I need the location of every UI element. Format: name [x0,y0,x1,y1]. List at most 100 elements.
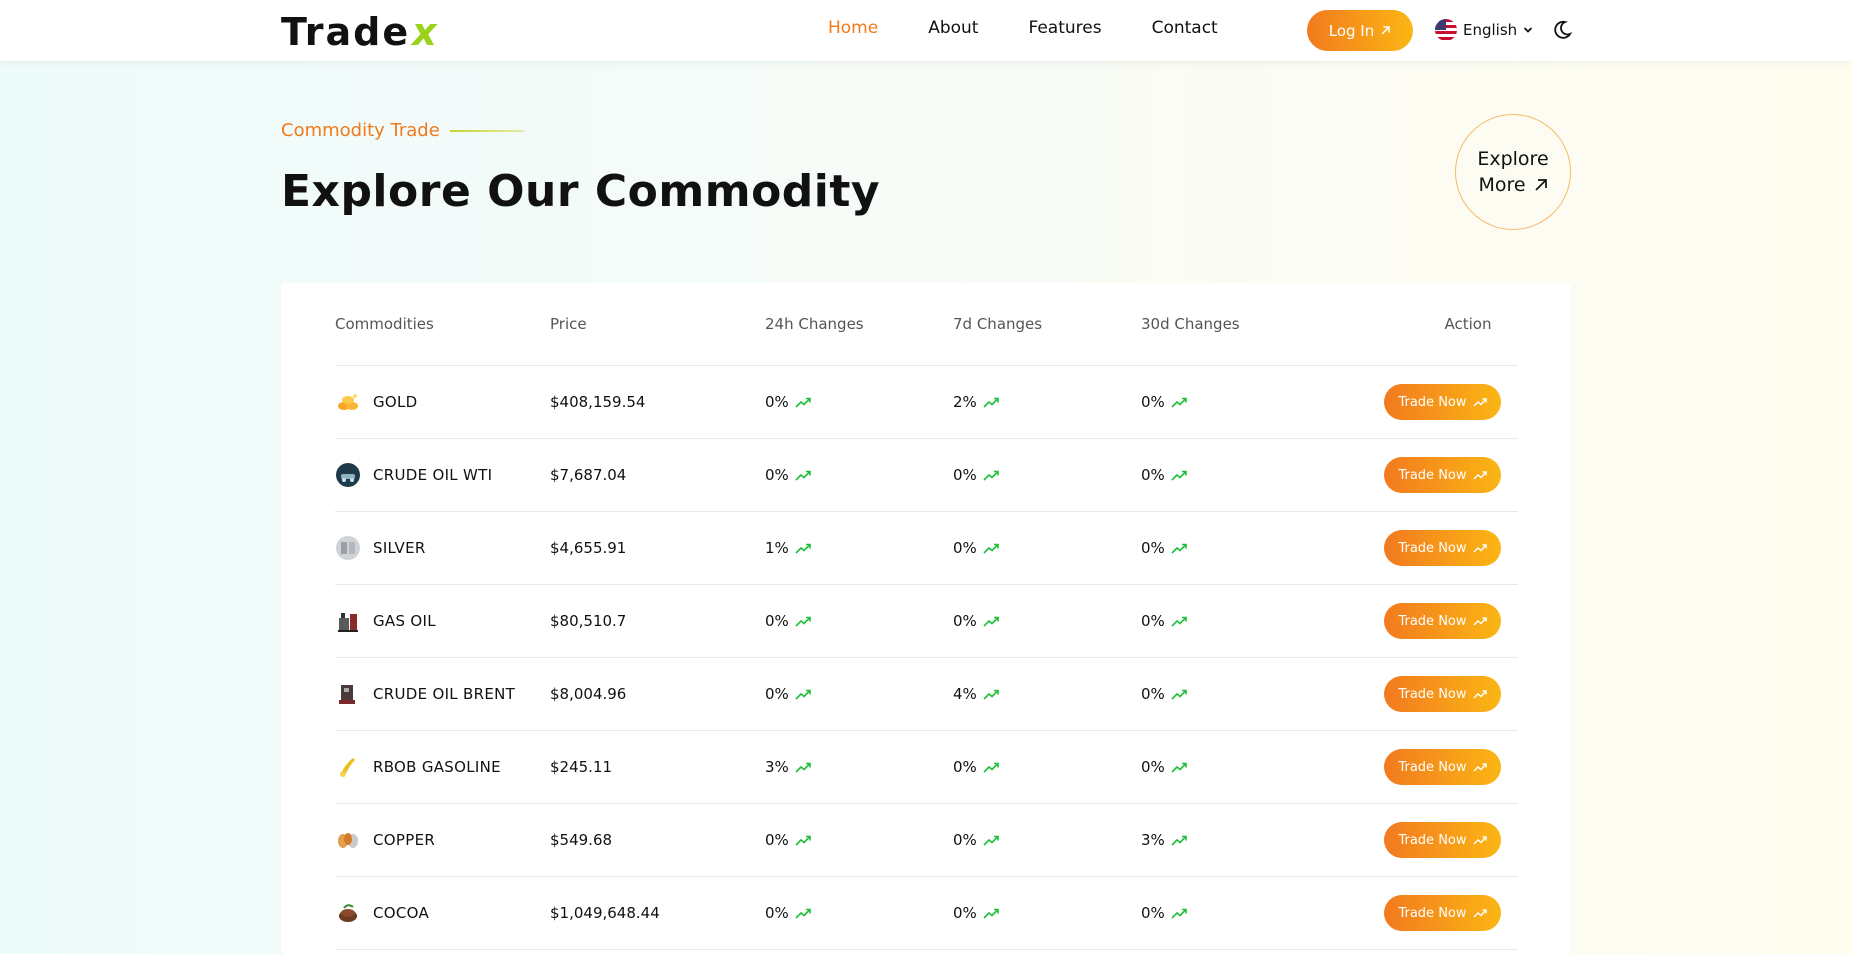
logo-accent: x [412,10,439,54]
commodity-name: CRUDE OIL WTI [373,466,493,484]
section-eyebrow: Commodity Trade [281,120,524,141]
price-cell: $1,049,648.44 [550,904,660,922]
price-cell: $80,510.7 [550,612,627,630]
change-value: 1% [765,539,789,557]
change-value: 0% [765,904,789,922]
trade-now-button[interactable]: Trade Now [1384,384,1501,420]
tradex-logo[interactable]: Trade x [281,10,439,54]
commodity-name: SILVER [373,539,426,557]
explore-line2: More [1478,174,1526,196]
header-7d: 7d Changes [953,315,1043,333]
table-row: GAS OIL $80,510.7 0% 0% 0% Trade Now [335,585,1518,658]
change-value: 0% [953,758,977,776]
nav-home[interactable]: Home [828,18,878,38]
gas-oil-icon [335,608,361,634]
commodity-cell: COPPER [335,804,435,876]
login-button[interactable]: Log In [1307,10,1413,51]
gold-icon [335,389,361,415]
trade-now-label: Trade Now [1398,467,1467,483]
change-7d-cell: 4% [953,658,999,730]
change-30d-cell: 0% [1141,439,1187,511]
change-value: 0% [765,393,789,411]
eyebrow-text: Commodity Trade [281,120,440,141]
copper-icon [335,827,361,853]
trend-up-icon [983,762,999,773]
table-row: CRUDE OIL WTI $7,687.04 0% 0% 0% Trade N… [335,439,1518,512]
action-cell: Trade Now [1384,512,1501,584]
change-value: 0% [1141,685,1165,703]
action-cell: Trade Now [1384,366,1501,438]
trade-now-button[interactable]: Trade Now [1384,457,1501,493]
commodity-cell: GOLD [335,366,418,438]
trade-now-button[interactable]: Trade Now [1384,895,1501,931]
change-value: 0% [1141,904,1165,922]
change-24h-cell: 0% [765,658,811,730]
trend-up-icon [1473,544,1487,553]
trade-now-label: Trade Now [1398,905,1467,921]
header-action: Action [1444,315,1492,333]
nav-features[interactable]: Features [1028,18,1101,38]
silver-icon [335,535,361,561]
price-cell: $245.11 [550,758,613,776]
change-24h-cell: 0% [765,585,811,657]
table-header: Commodities Price 24h Changes 7d Changes… [335,283,1518,366]
change-7d-cell: 0% [953,512,999,584]
change-30d-cell: 0% [1141,366,1187,438]
change-24h-cell: 0% [765,439,811,511]
trend-up-icon [795,908,811,919]
trade-now-button[interactable]: Trade Now [1384,822,1501,858]
header-24h: 24h Changes [765,315,864,333]
change-24h-cell: 0% [765,804,811,876]
price-cell: $8,004.96 [550,685,627,703]
trade-now-label: Trade Now [1398,832,1467,848]
commodity-cell: RBOB GASOLINE [335,731,501,803]
trend-up-icon [1171,908,1187,919]
commodity-name: GAS OIL [373,612,436,630]
logo-text: Trade [281,10,411,54]
commodity-cell: GAS OIL [335,585,436,657]
change-30d-cell: 0% [1141,585,1187,657]
commodity-cell: CRUDE OIL BRENT [335,658,515,730]
nav-about[interactable]: About [928,18,978,38]
change-value: 0% [1141,539,1165,557]
language-selector[interactable]: English [1435,19,1533,41]
crude-oil-brent-icon [335,681,361,707]
commodity-table: Commodities Price 24h Changes 7d Changes… [281,283,1571,954]
nav-contact[interactable]: Contact [1152,18,1218,38]
trade-now-button[interactable]: Trade Now [1384,530,1501,566]
commodity-name: GOLD [373,393,418,411]
trend-up-icon [795,543,811,554]
action-cell: Trade Now [1384,658,1501,730]
page-title: Explore Our Commodity [281,166,881,217]
explore-more-button[interactable]: Explore More [1455,114,1571,230]
trend-up-icon [1171,616,1187,627]
trend-up-icon [1171,689,1187,700]
trade-now-button[interactable]: Trade Now [1384,603,1501,639]
change-value: 4% [953,685,977,703]
trade-now-label: Trade Now [1398,540,1467,556]
trade-now-label: Trade Now [1398,686,1467,702]
trend-up-icon [795,470,811,481]
table-row: SILVER $4,655.91 1% 0% 0% Trade Now [335,512,1518,585]
table-row: RBOB GASOLINE $245.11 3% 0% 0% Trade Now [335,731,1518,804]
action-cell: Trade Now [1384,731,1501,803]
change-value: 0% [953,831,977,849]
chevron-down-icon [1524,27,1533,33]
action-cell: Trade Now [1384,877,1501,949]
commodity-cell: COCOA [335,877,429,949]
trend-up-icon [1473,398,1487,407]
trend-up-icon [795,689,811,700]
trend-up-icon [983,616,999,627]
trade-now-button[interactable]: Trade Now [1384,749,1501,785]
action-cell: Trade Now [1384,439,1501,511]
trend-up-icon [983,835,999,846]
change-value: 0% [953,612,977,630]
explore-line2-wrap: More [1478,172,1547,198]
commodity-name: RBOB GASOLINE [373,758,501,776]
trend-up-icon [983,689,999,700]
trade-now-button[interactable]: Trade Now [1384,676,1501,712]
moon-icon[interactable] [1551,19,1573,41]
price-cell: $7,687.04 [550,466,627,484]
change-7d-cell: 0% [953,585,999,657]
change-7d-cell: 0% [953,877,999,949]
